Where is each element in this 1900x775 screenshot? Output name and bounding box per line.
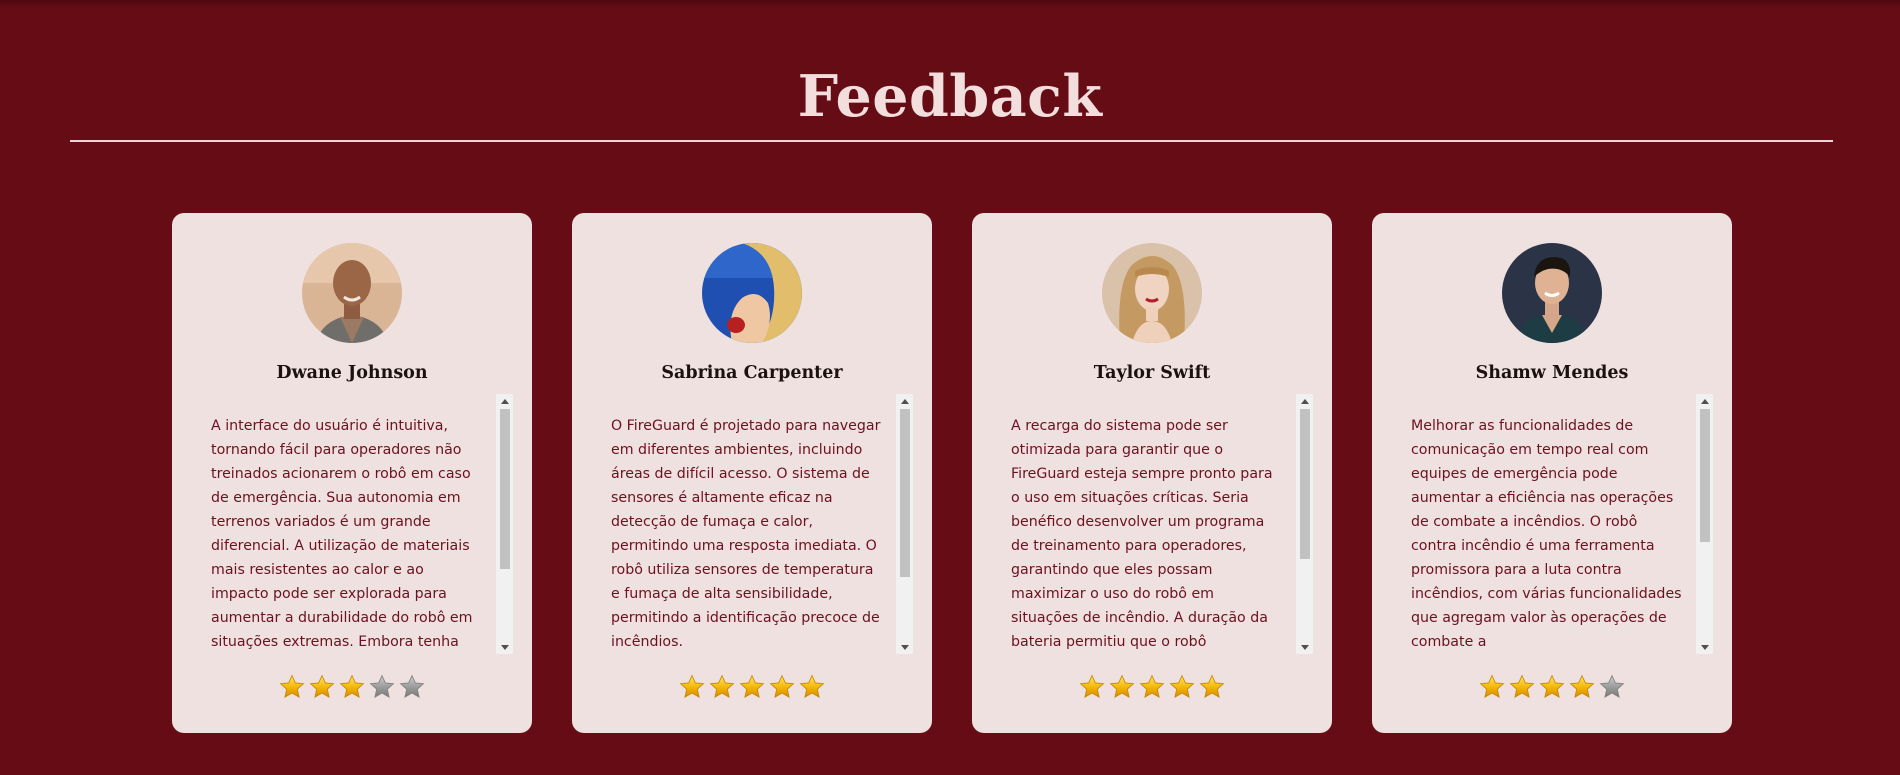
scroll-up-arrow-icon[interactable] [1296, 394, 1313, 408]
scroll-thumb[interactable] [1700, 409, 1710, 542]
star-filled-icon [1479, 674, 1505, 698]
feedback-card: Dwane Johnson A interface do usuário é i… [172, 213, 532, 733]
scroll-down-arrow-icon[interactable] [1296, 640, 1313, 654]
scroll-up-arrow-icon[interactable] [896, 394, 913, 408]
avatar-photo-icon [702, 243, 802, 343]
star-filled-icon [679, 674, 705, 698]
star-filled-icon [1539, 674, 1565, 698]
feedback-text: A interface do usuário é intuitiva, torn… [211, 418, 473, 650]
star-empty-icon [369, 674, 395, 698]
star-filled-icon [1569, 674, 1595, 698]
scroll-up-arrow-icon[interactable] [1696, 394, 1713, 408]
vertical-scrollbar[interactable] [1296, 394, 1313, 654]
scroll-up-arrow-icon[interactable] [496, 394, 513, 408]
section-title: Feedback [797, 63, 1103, 130]
star-filled-icon [799, 674, 825, 698]
star-empty-icon [1599, 674, 1625, 698]
star-rating [172, 674, 532, 700]
feedback-text-box[interactable]: Melhorar as funcionalidades de comunicaç… [1393, 394, 1713, 654]
scroll-thumb[interactable] [1300, 409, 1310, 559]
reviewer-name: Dwane Johnson [276, 363, 428, 383]
feedback-text: A recarga do sistema pode ser otimizada … [1011, 418, 1273, 650]
feedback-text-box[interactable]: A recarga do sistema pode ser otimizada … [993, 394, 1313, 654]
star-filled-icon [1509, 674, 1535, 698]
star-filled-icon [739, 674, 765, 698]
vertical-scrollbar[interactable] [496, 394, 513, 654]
star-filled-icon [1079, 674, 1105, 698]
scroll-thumb[interactable] [900, 409, 910, 577]
avatar-photo-icon [1502, 243, 1602, 343]
star-empty-icon [399, 674, 425, 698]
feedback-text: Melhorar as funcionalidades de comunicaç… [1411, 418, 1682, 650]
star-filled-icon [279, 674, 305, 698]
reviewer-name: Taylor Swift [1093, 363, 1211, 383]
avatar-photo-icon [1102, 243, 1202, 343]
scroll-down-arrow-icon[interactable] [896, 640, 913, 654]
feedback-card: Taylor Swift A recarga do sistema pode s… [972, 213, 1332, 733]
feedback-card: Shamw Mendes Melhorar as funcionalidades… [1372, 213, 1732, 733]
star-filled-icon [1199, 674, 1225, 698]
star-filled-icon [309, 674, 335, 698]
feedback-text-box[interactable]: A interface do usuário é intuitiva, torn… [193, 394, 513, 654]
feedback-card: Sabrina Carpenter O FireGuard é projetad… [572, 213, 932, 733]
star-filled-icon [339, 674, 365, 698]
scroll-thumb[interactable] [500, 409, 510, 569]
vertical-scrollbar[interactable] [1696, 394, 1713, 654]
star-filled-icon [709, 674, 735, 698]
feedback-text: O FireGuard é projetado para navegar em … [611, 418, 881, 650]
star-rating [972, 674, 1332, 700]
star-rating [572, 674, 932, 700]
scroll-down-arrow-icon[interactable] [1696, 640, 1713, 654]
star-filled-icon [769, 674, 795, 698]
reviewer-name: Sabrina Carpenter [661, 363, 843, 383]
top-shade [0, 0, 1900, 8]
star-filled-icon [1169, 674, 1195, 698]
avatar-photo-icon [302, 243, 402, 343]
star-rating [1372, 674, 1732, 700]
scroll-down-arrow-icon[interactable] [496, 640, 513, 654]
vertical-scrollbar[interactable] [896, 394, 913, 654]
feedback-cards: Dwane Johnson A interface do usuário é i… [172, 213, 1732, 733]
title-divider [70, 140, 1833, 142]
star-filled-icon [1139, 674, 1165, 698]
reviewer-name: Shamw Mendes [1475, 363, 1629, 383]
feedback-text-box[interactable]: O FireGuard é projetado para navegar em … [593, 394, 913, 654]
star-filled-icon [1109, 674, 1135, 698]
